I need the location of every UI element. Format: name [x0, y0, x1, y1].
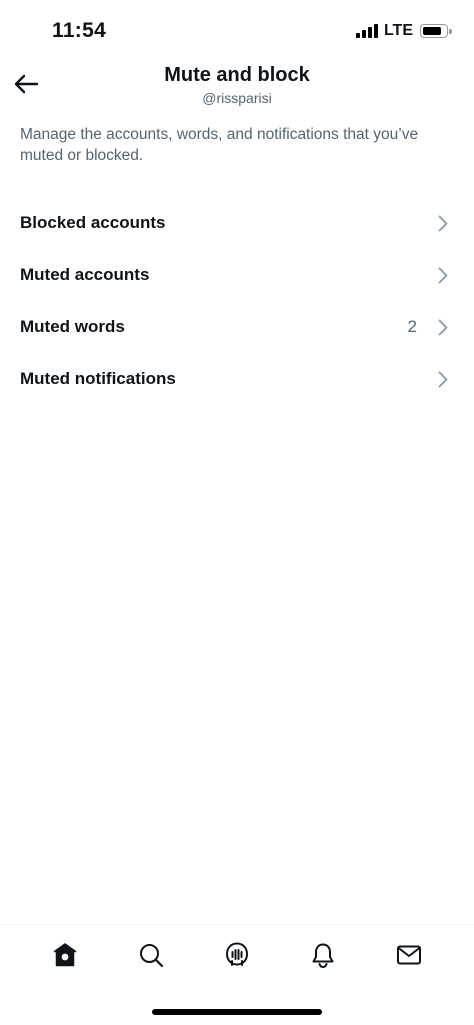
muted-words-count: 2 [407, 317, 417, 336]
account-handle: @rissparisi [202, 90, 272, 106]
chevron-right-icon [436, 370, 450, 388]
tab-notifications[interactable] [303, 935, 343, 975]
bottom-tab-bar [0, 924, 474, 984]
blocked-accounts-item[interactable]: Blocked accounts [0, 197, 474, 249]
status-bar: 11:54 LTE [0, 0, 474, 60]
settings-list: Blocked accounts Muted accounts Muted wo… [0, 197, 474, 405]
menu-item-label: Blocked accounts [20, 213, 166, 232]
tab-messages[interactable] [389, 935, 429, 975]
chevron-right-icon [436, 214, 450, 232]
tab-spaces[interactable] [217, 935, 257, 975]
page-description: Manage the accounts, words, and notifica… [20, 126, 419, 164]
mail-icon [397, 945, 421, 964]
page-header: Mute and block @rissparisi [0, 60, 474, 116]
bell-icon [312, 943, 334, 968]
menu-item-label: Muted words [20, 317, 125, 336]
home-icon [53, 942, 77, 966]
chevron-right-icon [436, 266, 450, 284]
signal-icon [355, 24, 378, 38]
status-indicators: LTE [355, 22, 452, 40]
home-indicator[interactable] [152, 1009, 322, 1015]
muted-notifications-item[interactable]: Muted notifications [0, 353, 474, 405]
status-time: 11:54 [52, 19, 107, 42]
search-icon [140, 943, 164, 967]
tab-home[interactable] [45, 935, 85, 975]
spaces-icon [225, 942, 249, 966]
page-title: Mute and block [164, 64, 310, 86]
muted-accounts-item[interactable]: Muted accounts [0, 249, 474, 301]
menu-item-label: Muted notifications [20, 369, 176, 388]
network-type: LTE [383, 22, 413, 39]
chevron-right-icon [436, 318, 450, 336]
tab-search[interactable] [131, 935, 171, 975]
muted-words-item[interactable]: Muted words 2 [0, 301, 474, 353]
menu-item-label: Muted accounts [20, 265, 150, 284]
battery-icon [420, 24, 452, 38]
